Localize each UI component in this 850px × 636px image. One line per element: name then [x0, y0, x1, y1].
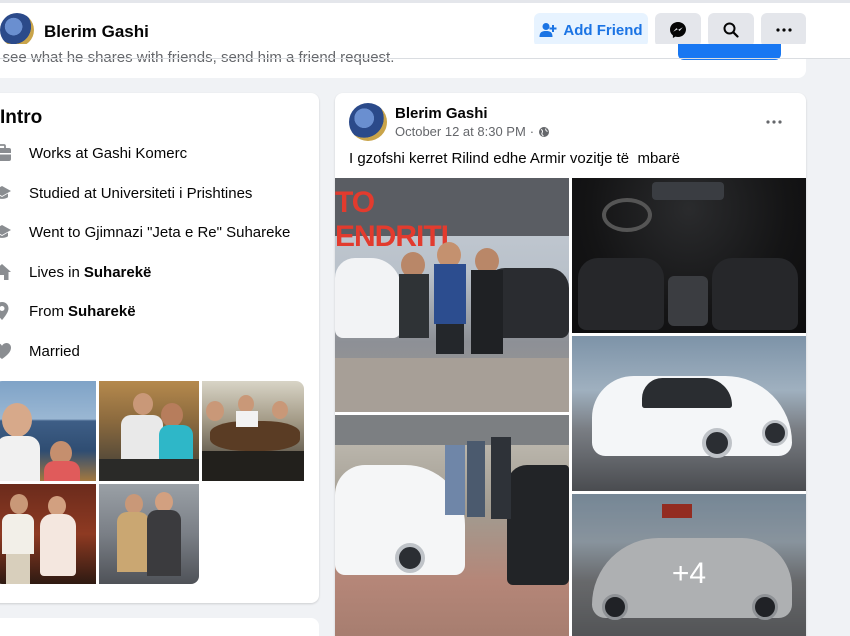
featured-photo[interactable]	[99, 484, 199, 584]
intro-item-label: Married	[29, 342, 80, 360]
intro-title: Intro	[0, 107, 43, 128]
graduation-cap-icon	[0, 222, 12, 242]
intro-item-highschool: Went to Gjimnazi "Jeta e Re" Suhareke	[0, 222, 290, 242]
intro-item-lives: Lives in Suharekë	[0, 262, 151, 282]
more-photos-overlay[interactable]: +4	[572, 494, 806, 636]
more-dots-icon	[766, 120, 782, 124]
intro-item-label: Lives in	[29, 263, 80, 281]
post-options-button[interactable]	[761, 109, 787, 135]
add-friend-icon	[539, 23, 557, 37]
more-options-button[interactable]	[761, 13, 806, 47]
featured-photo[interactable]	[0, 381, 96, 481]
search-button[interactable]	[708, 13, 754, 47]
messenger-icon	[670, 22, 686, 38]
graduation-cap-icon	[0, 183, 12, 203]
featured-photo[interactable]	[99, 381, 199, 481]
friend-request-hint-card: o see what he shares with friends, send …	[0, 44, 806, 78]
profile-name[interactable]: Blerim Gashi	[44, 22, 149, 42]
feed-post: Blerim Gashi October 12 at 8:30 PM · I g…	[335, 93, 806, 636]
dealership-sign: TO ENDRITI	[335, 186, 449, 253]
intro-item-from: From Suharekë	[0, 301, 136, 321]
intro-item-work: Works at Gashi Komerc	[0, 143, 187, 163]
home-icon	[0, 262, 12, 282]
post-photo[interactable]	[335, 415, 569, 636]
intro-item-university: Studied at Universiteti i Prishtines	[0, 183, 252, 203]
intro-item-label: Went to Gjimnazi "Jeta e Re" Suhareke	[29, 223, 291, 241]
photos-card	[0, 618, 319, 636]
intro-item-place[interactable]: Suharekë	[84, 264, 152, 281]
post-photo[interactable]: +4	[572, 494, 806, 636]
heart-icon	[0, 341, 12, 361]
post-author-avatar[interactable]	[349, 103, 387, 141]
profile-avatar[interactable]	[0, 13, 34, 47]
more-dots-icon	[775, 28, 792, 32]
post-photo[interactable]	[572, 336, 806, 491]
intro-item-label: Studied at Universiteti i Prishtines	[29, 184, 253, 202]
intro-item-label: From	[29, 302, 64, 320]
globe-icon	[539, 126, 550, 137]
intro-item-relationship: Married	[0, 341, 80, 361]
post-meta: October 12 at 8:30 PM ·	[395, 124, 550, 139]
add-friend-button[interactable]: Add Friend	[534, 13, 648, 47]
intro-card: Intro Works at Gashi Komerc Studied at U…	[0, 93, 319, 603]
post-author-name[interactable]: Blerim Gashi	[395, 105, 488, 122]
featured-photo[interactable]	[202, 381, 304, 481]
featured-photo[interactable]	[0, 484, 96, 584]
post-photo[interactable]	[572, 178, 806, 333]
post-photo[interactable]: TO ENDRITI	[335, 178, 569, 412]
intro-item-label: Works at Gashi Komerc	[29, 144, 188, 162]
intro-item-place[interactable]: Suharekë	[68, 303, 136, 320]
header-divider	[0, 58, 850, 59]
message-button[interactable]	[655, 13, 701, 47]
location-pin-icon	[0, 301, 12, 321]
post-timestamp[interactable]: October 12 at 8:30 PM	[395, 124, 526, 139]
add-friend-label: Add Friend	[563, 21, 643, 39]
briefcase-icon	[0, 143, 12, 163]
search-icon	[723, 22, 739, 38]
post-text: I gzofshi kerret Rilind edhe Armir vozit…	[349, 150, 680, 167]
post-meta-separator: ·	[529, 124, 535, 139]
